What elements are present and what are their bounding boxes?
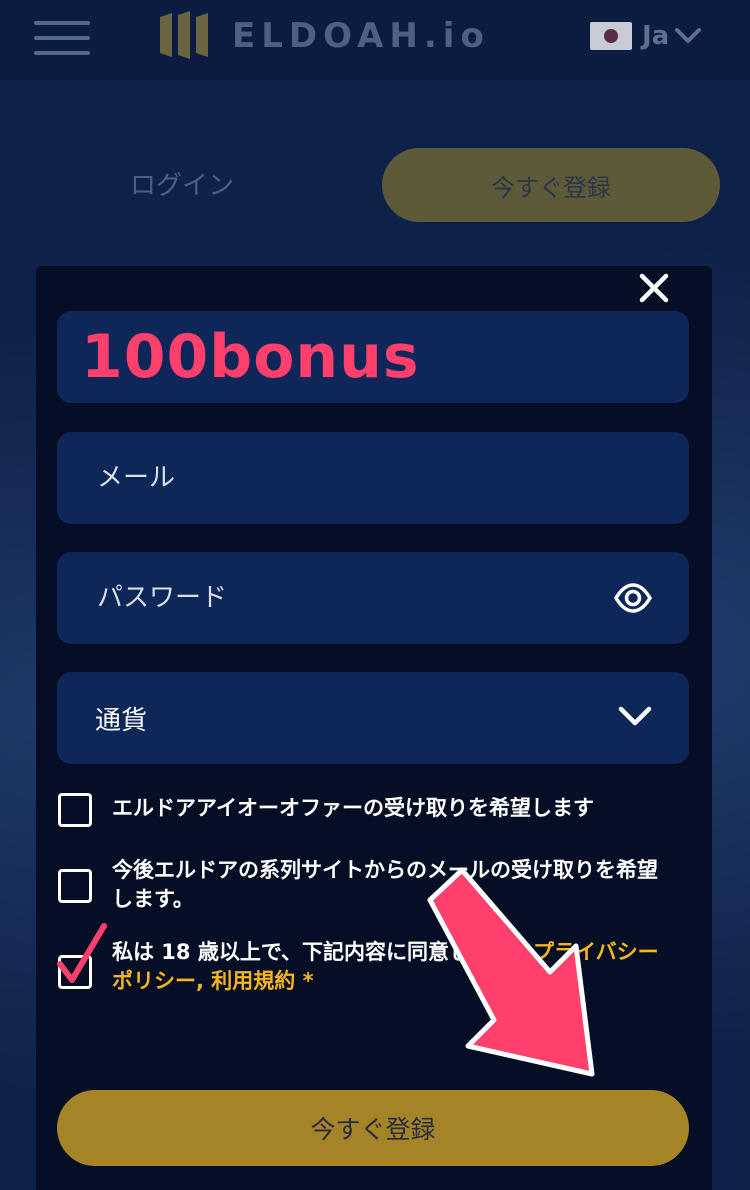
japan-flag-icon: [590, 22, 632, 50]
arrow-annotation-icon: [427, 867, 595, 1077]
auth-row: ログイン 今すぐ登録: [0, 140, 750, 230]
partner-emails-checkbox[interactable]: [58, 869, 92, 903]
offers-consent-row: エルドアアイオーオファーの受け取りを希望します: [58, 793, 678, 827]
password-input[interactable]: [95, 582, 579, 614]
register-now-button-top[interactable]: 今すぐ登録: [382, 148, 720, 222]
offers-consent-checkbox[interactable]: [58, 793, 92, 827]
eye-icon[interactable]: [613, 580, 653, 616]
register-now-button[interactable]: 今すぐ登録: [57, 1090, 689, 1166]
close-icon[interactable]: [636, 270, 672, 306]
terms-of-use-link[interactable]: 利用規約: [211, 969, 295, 993]
currency-label: 通貨: [95, 705, 148, 736]
language-selector[interactable]: Ja: [590, 20, 702, 52]
chevron-down-icon: [675, 28, 702, 43]
hamburger-menu-icon[interactable]: [34, 15, 90, 61]
login-link[interactable]: ログイン: [130, 165, 234, 202]
language-label: Ja: [642, 21, 670, 51]
currency-select[interactable]: 通貨: [57, 672, 689, 764]
required-mark: *: [295, 969, 314, 993]
logo-text: ELDOAH.io: [232, 16, 490, 56]
top-navigation-bar: ELDOAH.io Ja: [0, 0, 750, 80]
promo-code-field[interactable]: 100bonus: [57, 311, 689, 403]
chevron-down-icon: [618, 706, 652, 726]
promo-code-value: 100bonus: [81, 322, 420, 392]
site-logo[interactable]: ELDOAH.io: [158, 10, 490, 62]
logo-mark-icon: [160, 11, 208, 59]
email-field[interactable]: [57, 432, 689, 524]
link-separator: ,: [196, 969, 212, 993]
email-input[interactable]: [95, 462, 579, 494]
offers-consent-label: エルドアアイオーオファーの受け取りを希望します: [112, 796, 594, 820]
checkmark-annotation-icon: [57, 923, 107, 983]
password-field[interactable]: [57, 552, 689, 644]
